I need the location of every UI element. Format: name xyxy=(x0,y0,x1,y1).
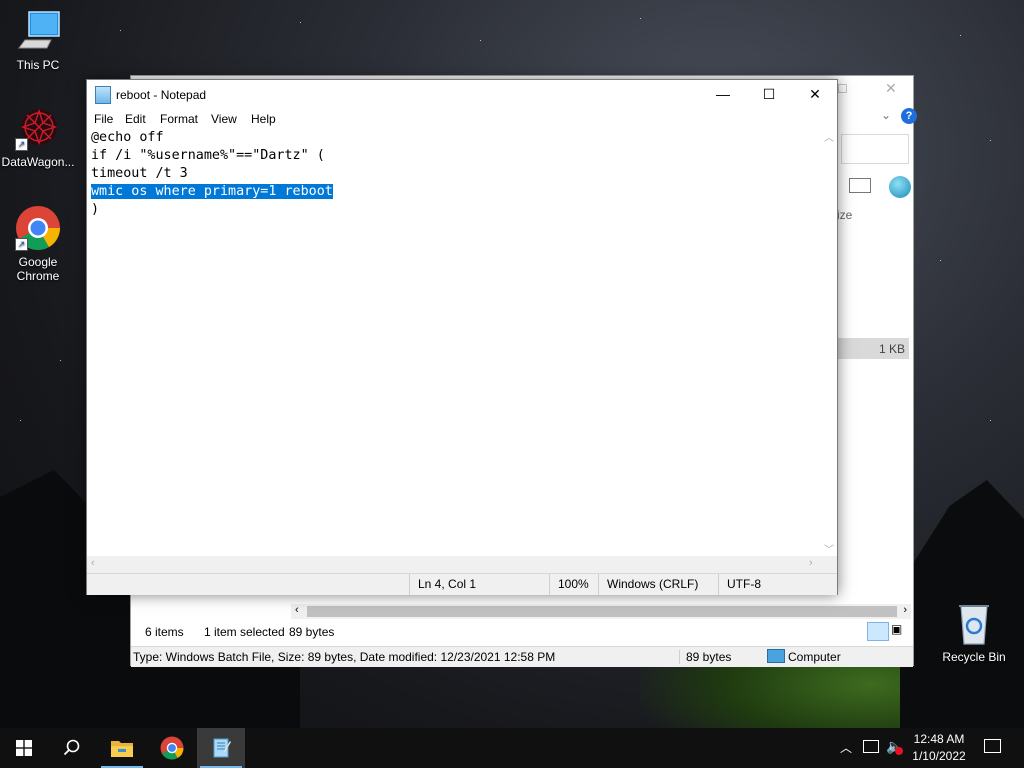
notepad-horizontal-scrollbar[interactable]: ‹ › xyxy=(87,556,837,573)
zoom-level: 100% xyxy=(549,574,598,595)
chrome-icon xyxy=(160,736,184,760)
clock-time[interactable]: 12:48 AM xyxy=(904,732,974,746)
notepad-icon xyxy=(95,86,111,104)
computer-icon xyxy=(15,8,61,54)
cursor-position: Ln 4, Col 1 xyxy=(409,574,549,595)
details-view-icon[interactable] xyxy=(867,622,889,641)
notifications-icon[interactable] xyxy=(984,739,1001,753)
taskbar: ︿ 🔈 12:48 AM 1/10/2022 xyxy=(0,728,1024,768)
search-box[interactable] xyxy=(841,134,909,164)
window-title: reboot - Notepad xyxy=(116,88,207,102)
text-line: if /i "%username%"=="Dartz" ( xyxy=(91,148,325,163)
shortcut-arrow-icon: ↗ xyxy=(15,138,28,151)
taskbar-notepad[interactable] xyxy=(197,728,245,768)
explorer-close-button[interactable]: ✕ xyxy=(885,80,897,97)
shortcut-arrow-icon: ↗ xyxy=(15,238,28,251)
encoding: UTF-8 xyxy=(718,574,837,595)
desktop-icon-label: This PC xyxy=(16,58,60,72)
search-button[interactable] xyxy=(48,728,96,768)
menu-bar: File Edit Format View Help xyxy=(87,109,837,129)
desktop-icon-google-chrome[interactable]: ↗ Google Chrome xyxy=(0,205,76,283)
selected-row-highlight[interactable]: 1 KB xyxy=(837,338,909,359)
muted-badge-icon xyxy=(895,747,903,755)
scroll-left-arrow-icon[interactable]: ‹ xyxy=(91,557,95,569)
item-count: 6 items xyxy=(145,625,184,639)
text-line: @echo off xyxy=(91,130,164,145)
desktop-icon-label: Recycle Bin xyxy=(942,650,1006,664)
column-header-size[interactable]: ize xyxy=(837,208,852,222)
network-icon[interactable] xyxy=(863,740,879,753)
selected-count: 1 item selected xyxy=(204,625,285,639)
explorer-status-bar: 6 items 1 item selected 89 bytes ▣ xyxy=(131,619,913,643)
desktop-icon-this-pc[interactable]: This PC xyxy=(0,8,76,72)
desktop-icon-label: DataWagon... xyxy=(1,155,75,169)
explorer-visible-pane: ☐ ✕ ⌄ ? ize 1 KB xyxy=(837,76,917,596)
horizontal-scrollbar[interactable]: ‹ › xyxy=(291,604,911,619)
file-details-text: Type: Windows Batch File, Size: 89 bytes… xyxy=(133,650,556,664)
taskbar-chrome[interactable] xyxy=(148,728,196,768)
explorer-titlebar-button[interactable]: ☐ xyxy=(837,82,857,96)
location-text: Computer xyxy=(788,650,841,664)
menu-view[interactable]: View xyxy=(211,112,237,126)
computer-icon xyxy=(767,649,785,663)
menu-help[interactable]: Help xyxy=(251,112,276,126)
minimize-button[interactable]: — xyxy=(700,80,746,109)
text-editor-area[interactable]: @echo off if /i "%username%"=="Dartz" ( … xyxy=(87,129,821,556)
ribbon-expand-chevron-icon[interactable]: ⌄ xyxy=(881,108,891,122)
start-button[interactable] xyxy=(0,728,48,768)
vertical-scrollbar[interactable]: ︿ ﹀ xyxy=(821,129,837,556)
desktop-icon-label: Google Chrome xyxy=(16,255,60,283)
explorer-details-bar: Type: Windows Batch File, Size: 89 bytes… xyxy=(131,646,913,667)
recycle-bin-icon xyxy=(951,600,997,646)
search-icon xyxy=(63,739,80,756)
close-button[interactable]: ✕ xyxy=(792,80,838,109)
text-line-selected: wmic os where primary=1 reboot xyxy=(91,183,333,201)
datawagon-app-icon: ↗ xyxy=(15,105,61,151)
scrollbar-thumb[interactable] xyxy=(307,606,897,617)
notepad-icon xyxy=(213,738,231,758)
selected-size: 89 bytes xyxy=(289,625,335,639)
desktop-icon-recycle-bin[interactable]: Recycle Bin xyxy=(936,600,1012,664)
start-icon xyxy=(16,740,32,756)
desktop-icon-datawagon[interactable]: ↗ DataWagon... xyxy=(0,105,76,169)
notepad-status-bar: Ln 4, Col 1 100% Windows (CRLF) UTF-8 xyxy=(87,573,837,595)
file-size-cell: 1 KB xyxy=(878,342,905,356)
maximize-button[interactable]: ☐ xyxy=(746,80,792,109)
menu-edit[interactable]: Edit xyxy=(125,112,146,126)
notepad-titlebar[interactable]: reboot - Notepad — ☐ ✕ xyxy=(87,80,837,109)
taskbar-file-explorer[interactable] xyxy=(98,728,146,768)
selected-text: wmic os where primary=1 reboot xyxy=(91,184,333,199)
preview-pane-icon[interactable] xyxy=(849,178,871,193)
notepad-window[interactable]: reboot - Notepad — ☐ ✕ File Edit Format … xyxy=(86,79,838,595)
menu-file[interactable]: File xyxy=(94,112,113,126)
line-ending: Windows (CRLF) xyxy=(598,574,718,595)
globe-icon[interactable] xyxy=(889,176,911,198)
scroll-left-arrow-icon[interactable]: ‹ xyxy=(295,604,299,616)
text-line: timeout /t 3 xyxy=(91,166,188,181)
file-explorer-icon xyxy=(111,741,133,757)
text-line: ) xyxy=(91,202,100,217)
clock-date[interactable]: 1/10/2022 xyxy=(904,749,974,763)
scroll-right-arrow-icon[interactable]: › xyxy=(809,557,813,569)
chrome-icon: ↗ xyxy=(15,205,61,251)
large-icons-view-icon[interactable]: ▣ xyxy=(891,622,909,639)
menu-format[interactable]: Format xyxy=(160,112,198,126)
help-icon[interactable]: ? xyxy=(901,108,917,124)
file-size-text: 89 bytes xyxy=(679,650,766,664)
scroll-down-arrow-icon[interactable]: ﹀ xyxy=(824,541,834,556)
scroll-up-arrow-icon[interactable]: ︿ xyxy=(824,129,834,144)
scroll-right-arrow-icon[interactable]: › xyxy=(903,604,907,616)
show-hidden-icons-chevron-icon[interactable]: ︿ xyxy=(840,739,852,756)
